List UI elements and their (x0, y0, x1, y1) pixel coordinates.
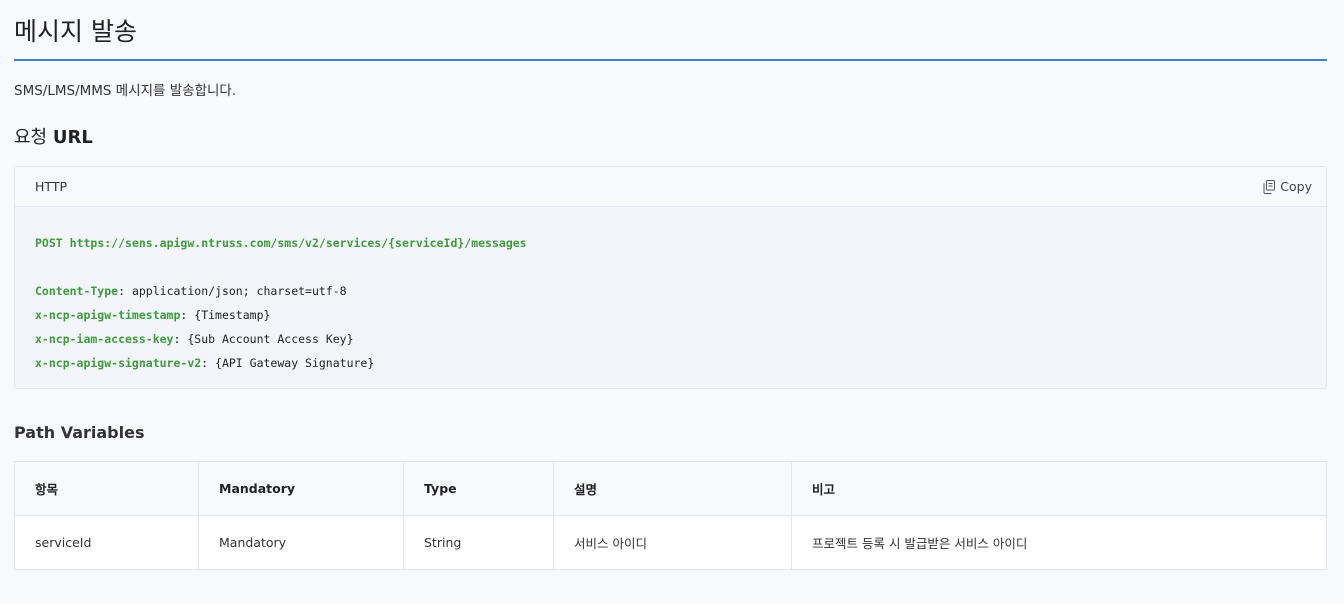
column-header-type: Type (403, 461, 554, 516)
code-header-value: {Timestamp} (194, 308, 271, 322)
code-header-value: {API Gateway Signature} (215, 356, 375, 370)
request-url-heading-prefix: 요청 (14, 127, 48, 148)
column-header-description: 설명 (553, 461, 792, 516)
code-header-line: x-ncp-apigw-signature-v2: {API Gateway S… (35, 356, 375, 370)
code-header-value: application/json; charset=utf-8 (131, 284, 347, 298)
page-title: 메시지 발송 (14, 0, 1327, 61)
code-header-name: x-ncp-apigw-signature-v2 (35, 356, 202, 370)
code-block-body: POST https://sens.apigw.ntruss.com/sms/v… (15, 207, 1326, 375)
column-header-mandatory: Mandatory (198, 461, 404, 516)
request-url-heading: 요청 URL (14, 126, 1327, 150)
page-description: SMS/LMS/MMS 메시지를 발송합니다. (14, 83, 237, 99)
code-language-label: HTTP (35, 179, 67, 194)
code-block: HTTP Copy POST https://sens.apigw.ntruss… (14, 166, 1327, 389)
copy-button[interactable]: Copy (1263, 179, 1312, 194)
code-block-header: HTTP Copy (15, 167, 1326, 207)
code-request-line: POST https://sens.apigw.ntruss.com/sms/v… (35, 231, 1306, 255)
table-header-row: 항목 Mandatory Type 설명 비고 (14, 461, 1327, 516)
cell-note: 프로젝트 등록 시 발급받은 서비스 아이디 (791, 515, 1327, 570)
column-header-note: 비고 (791, 461, 1327, 516)
code-header-name: x-ncp-iam-access-key (35, 332, 174, 346)
table-row: serviceId Mandatory String 서비스 아이디 프로젝트 … (14, 515, 1327, 570)
column-header-item: 항목 (14, 461, 199, 516)
cell-type: String (403, 515, 554, 570)
code-header-value: {Sub Account Access Key} (187, 332, 354, 346)
code-header-line: x-ncp-iam-access-key: {Sub Account Acces… (35, 332, 354, 346)
code-url: https://sens.apigw.ntruss.com/sms/v2/ser… (69, 236, 527, 250)
cell-mandatory: Mandatory (198, 515, 404, 570)
path-variables-heading: Path Variables (14, 423, 145, 442)
code-header-line: Content-Type: application/json; charset=… (35, 284, 347, 298)
request-url-heading-strong: URL (52, 127, 93, 148)
document-page: 메시지 발송 SMS/LMS/MMS 메시지를 발송합니다. 요청 URL HT… (0, 0, 1344, 604)
code-header-name: Content-Type (35, 284, 119, 298)
code-header-name: x-ncp-apigw-timestamp (35, 308, 181, 322)
path-variables-table: 항목 Mandatory Type 설명 비고 serviceId Mandat… (14, 461, 1327, 570)
code-header-line: x-ncp-apigw-timestamp: {Timestamp} (35, 308, 271, 322)
code-method: POST (35, 236, 63, 250)
copy-label: Copy (1280, 179, 1312, 194)
cell-description: 서비스 아이디 (553, 515, 792, 570)
cell-item: serviceId (14, 515, 199, 570)
copy-icon (1263, 179, 1276, 194)
